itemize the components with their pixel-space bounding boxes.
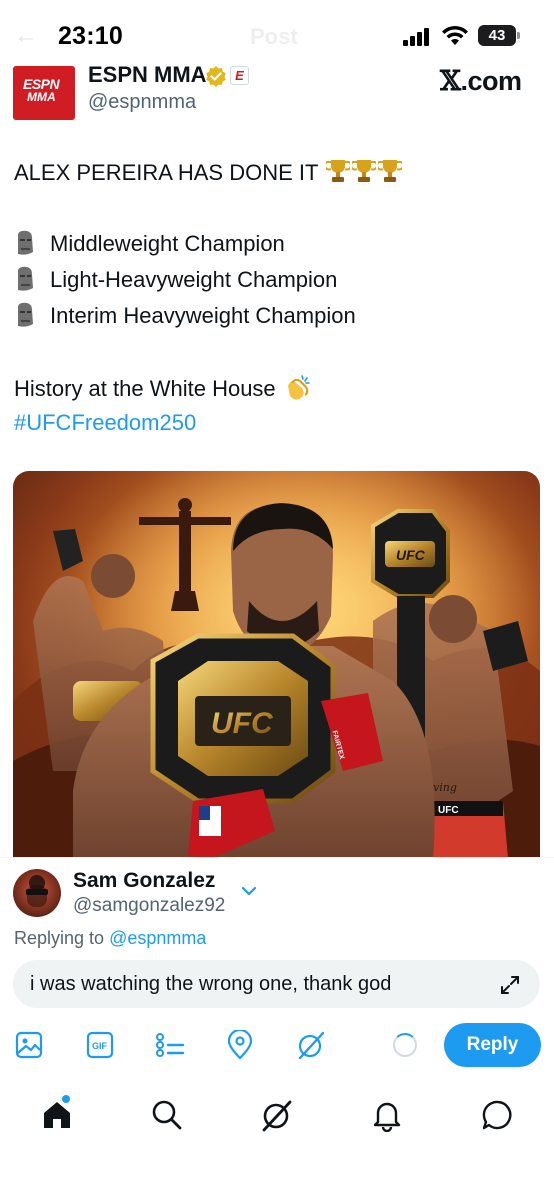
replying-to-label: Replying to @espnmma — [14, 928, 206, 949]
title-line: Middleweight Champion — [14, 230, 285, 257]
author-handle[interactable]: @espnmma — [88, 91, 196, 114]
header-title-faded: Post — [250, 24, 298, 49]
x-com-watermark: 𝕏.com — [440, 66, 522, 97]
trunks-logo: UFC — [438, 805, 459, 816]
home-notification-dot — [62, 1095, 70, 1103]
image-icon[interactable] — [14, 1030, 44, 1060]
hashtag-link[interactable]: #UFCFreedom250 — [14, 410, 196, 436]
search-icon[interactable] — [150, 1098, 184, 1132]
trophy-icon — [326, 160, 351, 182]
grok-icon[interactable] — [260, 1098, 294, 1132]
trophy-icon — [378, 160, 403, 182]
replier-avatar[interactable] — [13, 869, 61, 917]
wifi-icon — [442, 25, 468, 45]
title-text: Middleweight Champion — [50, 231, 285, 256]
home-icon[interactable] — [40, 1098, 74, 1132]
notifications-icon[interactable] — [370, 1098, 404, 1132]
author-avatar[interactable]: ESPN MMA — [13, 66, 75, 120]
moai-icon — [18, 266, 33, 291]
tweet-headline: ALEX PEREIRA HAS DONE IT — [14, 158, 403, 186]
moai-icon — [18, 230, 33, 255]
verified-badge-icon — [206, 66, 226, 87]
history-line: History at the White House — [14, 374, 312, 402]
reply-submit-button[interactable]: Reply — [444, 1023, 541, 1067]
avatar-photo — [26, 875, 48, 907]
title-text: Light-Heavyweight Champion — [50, 267, 338, 292]
gif-icon[interactable]: GIF — [85, 1030, 115, 1060]
right-belt-logo: UFC — [396, 547, 426, 563]
replier-handle: @samgonzalez92 — [73, 895, 226, 916]
moai-icon — [18, 302, 33, 327]
headline-text: ALEX PEREIRA HAS DONE IT — [14, 160, 319, 185]
affiliation-badge[interactable]: E — [230, 66, 249, 85]
status-time: 23:10 — [58, 22, 123, 50]
grok-icon[interactable] — [296, 1030, 326, 1060]
author-name[interactable]: ESPN MMA — [88, 62, 207, 88]
poll-icon[interactable] — [155, 1030, 185, 1060]
title-line: Light-Heavyweight Champion — [14, 266, 337, 293]
replying-to-handle-link[interactable]: @espnmma — [109, 928, 206, 948]
svg-text:GIF: GIF — [92, 1041, 108, 1051]
clapping-hands-icon — [287, 375, 310, 400]
history-text: History at the White House — [14, 376, 276, 401]
messages-icon[interactable] — [481, 1098, 515, 1132]
character-count-ring — [393, 1033, 417, 1057]
location-icon[interactable] — [225, 1030, 255, 1060]
replier-name: Sam Gonzalez — [73, 869, 216, 892]
chevron-down-icon[interactable] — [240, 884, 258, 898]
expand-icon[interactable] — [498, 973, 522, 997]
main-belt-logo: UFC — [211, 707, 274, 740]
tweet-media-image[interactable]: UFC Kraving UFC UFC FAIRTEX — [13, 471, 540, 858]
battery-indicator: 43 — [478, 25, 516, 46]
trophy-emojis — [324, 160, 403, 185]
title-text: Interim Heavyweight Champion — [50, 303, 356, 328]
cellular-signal-icon — [403, 28, 433, 46]
avatar-logo-subtext: MMA — [27, 90, 56, 104]
replying-to-prefix: Replying to — [14, 928, 105, 948]
title-line: Interim Heavyweight Champion — [14, 302, 356, 329]
battery-cap — [517, 32, 520, 39]
trophy-icon — [352, 160, 377, 182]
back-arrow-icon[interactable]: ← — [14, 22, 38, 50]
ufc-poster-artwork: UFC Kraving UFC UFC FAIRTEX — [13, 471, 540, 858]
status-bar: ← 23:10 Post 43 — [0, 0, 554, 66]
reply-text-input[interactable] — [13, 960, 540, 1008]
